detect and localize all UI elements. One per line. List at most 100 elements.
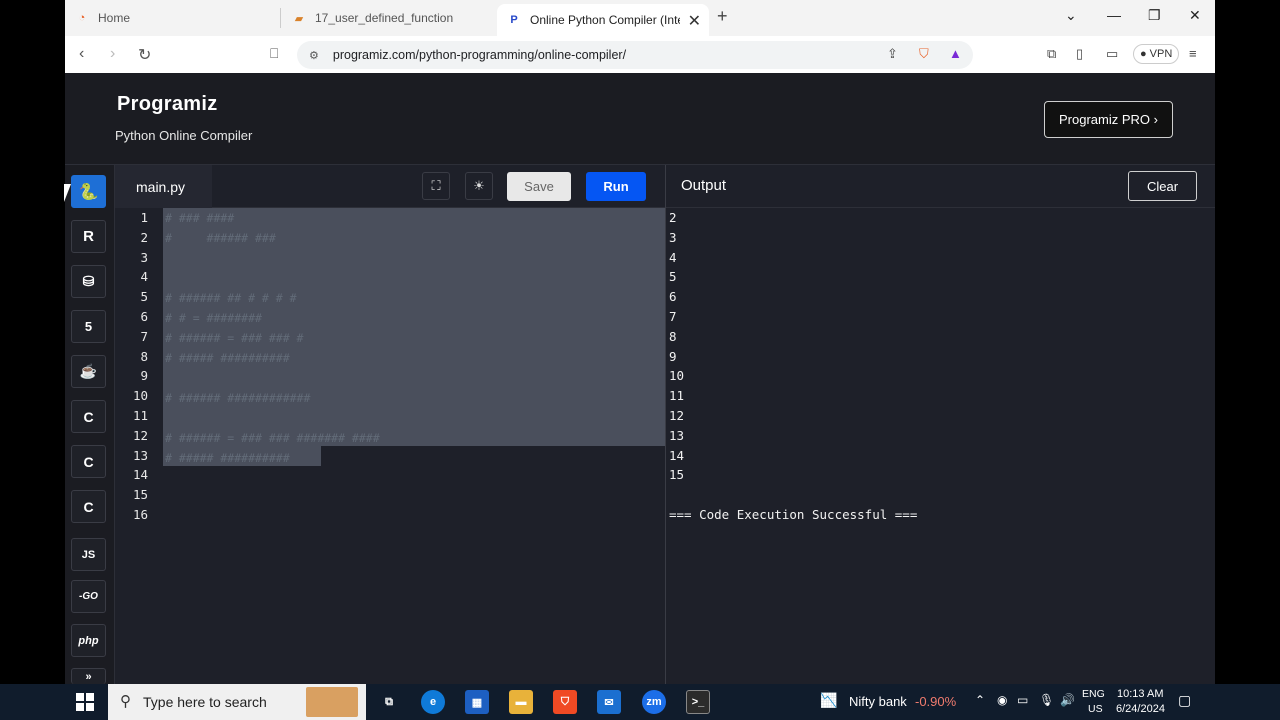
tab-user-defined-function[interactable]: ▰ 17_user_defined_function [282,4,497,32]
tab-search-chevron-icon[interactable]: ⌄ [1065,7,1077,24]
taskbar-search-box[interactable]: ⚲ Type here to search [108,684,366,720]
run-button[interactable]: Run [586,172,646,201]
close-tab-icon[interactable]: ✕ [688,11,701,31]
output-line: 15 [669,467,685,483]
save-button[interactable]: Save [507,172,571,201]
close-window-icon[interactable]: ✕ [1189,7,1201,24]
language-python-button[interactable]: 🐍 [71,175,106,208]
task-view-icon[interactable]: ⧉ [377,690,401,714]
output-toolbar: Output Clear [666,165,1215,208]
menu-icon[interactable]: ≡ [1189,46,1197,61]
url-field[interactable]: ⚙ programiz.com/python-programming/onlin… [297,41,973,69]
output-console: 2 3 4 5 6 7 8 9 10 11 12 13 14 15 === Code Execution S… [666,208,1215,684]
output-line: === Code Execution Successful === [669,507,918,522]
address-bar: ‹ › ↻ ⎕ ⚙ programiz.com/python-programmi… [65,36,1215,73]
output-line: 14 [669,447,685,463]
programiz-logo[interactable]: Programiz [117,93,218,116]
share-icon[interactable]: ⇪ [887,46,898,62]
windows-start-icon[interactable] [76,693,94,711]
language-go-button[interactable]: -GO [71,580,106,613]
html5-icon: 5 [84,319,93,334]
language-c-button[interactable]: C [71,400,106,433]
line-number: 10 [132,388,148,404]
tray-chevron-up-icon[interactable]: ⌃ [975,693,985,707]
network-icon[interactable]: ▭ [1017,693,1028,707]
microphone-icon[interactable]: 🎙 [1039,693,1054,707]
store-icon[interactable]: ▦ [465,690,489,714]
notifications-icon[interactable]: ▢ [1178,692,1191,709]
reload-icon[interactable]: ↻ [138,45,151,65]
line-number: 5 [140,289,148,305]
theme-sun-icon[interactable]: ☀ [465,172,493,200]
output-line: 8 [669,328,677,344]
brave-browser-icon[interactable]: ⛉ [553,690,577,714]
brave-shields-icon[interactable]: ⛉ [919,46,929,62]
input-language[interactable]: ENG [1082,688,1105,700]
page-subtitle: Python Online Compiler [115,128,253,143]
sidebar-toggle-icon[interactable]: ▯ [1076,46,1083,62]
python-icon: 🐍 [78,183,99,201]
language-js-button[interactable]: JS [71,538,106,571]
site-settings-icon[interactable]: ⚙ [309,49,319,62]
forward-icon[interactable]: › [110,45,115,63]
line-number: 6 [140,309,148,324]
line-number: 7 [140,328,148,344]
clock-time[interactable]: 10:13 AM [1117,688,1163,700]
line-number: 12 [132,427,148,443]
line-number: 8 [140,348,148,364]
programiz-page: Programiz Python Online Compiler Program… [65,73,1215,684]
code-line: # ### #### [165,211,235,225]
output-line: 10 [669,368,685,384]
brave-rewards-icon[interactable]: ▲ [949,46,962,61]
restore-icon[interactable]: ❐ [1148,7,1161,24]
bookmark-icon[interactable]: ⎕ [270,45,278,62]
clear-button[interactable]: Clear [1128,171,1197,201]
terminal-icon[interactable]: >_ [686,690,710,714]
url-text: programiz.com/python-programming/online-… [332,48,627,62]
mouse-cursor-icon [64,184,71,202]
output-line: 13 [669,427,685,443]
programiz-p-icon: P [510,14,518,26]
line-number: 9 [140,368,148,384]
code-editor[interactable]: 1 2 3 4 5 6 7 8 9 10 11 12 13 14 15 16 # ### #### # ###… [115,208,665,684]
language-java-button[interactable]: ☕ [71,355,106,388]
meet-now-icon[interactable]: ◉ [997,693,1007,707]
language-php-button[interactable]: php [71,624,106,657]
code-line: # ##### ########## [165,351,290,365]
back-icon[interactable]: ‹ [79,45,84,63]
programiz-pro-button[interactable]: Programiz PRO › [1044,101,1173,138]
language-cpp-button[interactable]: C [71,445,106,478]
code-line: # ###### = ### ### # [165,331,304,345]
new-tab-plus-icon[interactable]: + [717,6,728,27]
fullscreen-icon[interactable]: ⛶ [422,172,450,200]
desktop-screen: ◔ Home ▰ 17_user_defined_function P Onli… [0,0,1280,720]
language-r-button[interactable]: R [71,220,106,253]
minimize-icon[interactable]: — [1107,7,1121,23]
edge-icon[interactable]: e [421,690,445,714]
tab-label: 17_user_defined_function [315,11,454,25]
line-number: 11 [132,408,148,423]
zoom-icon[interactable]: zm [642,690,666,714]
mail-icon[interactable]: ✉ [597,690,621,714]
volume-icon[interactable]: 🔊 [1060,693,1075,707]
database-icon: ⛁ [82,273,95,289]
vpn-button[interactable]: ● VPN [1133,44,1180,64]
clock-date[interactable]: 6/24/2024 [1116,703,1165,715]
vpn-label: VPN [1149,48,1173,60]
output-line: 11 [669,388,685,404]
more-languages-button[interactable]: » [71,668,106,684]
language-html-button[interactable]: 5 [71,310,106,343]
output-line: 4 [669,249,677,265]
language-sql-button[interactable]: ⛁ [71,265,106,298]
file-explorer-icon[interactable]: ▬ [509,690,533,714]
stock-name[interactable]: Nifty bank [849,694,907,709]
wallet-icon[interactable]: ▭ [1106,46,1118,62]
site-header: Programiz Python Online Compiler Program… [65,73,1215,165]
language-csharp-button[interactable]: C [71,490,106,523]
extensions-icon[interactable]: ⧉ [1047,46,1056,62]
file-tab-main-py[interactable]: main.py [115,165,212,208]
tab-home[interactable]: ◔ Home [65,4,280,32]
code-line: # ###### ### [165,231,276,245]
tab-online-python-compiler[interactable]: P Online Python Compiler (Interp ✕ [497,4,709,36]
stock-change: -0.90% [915,694,957,709]
